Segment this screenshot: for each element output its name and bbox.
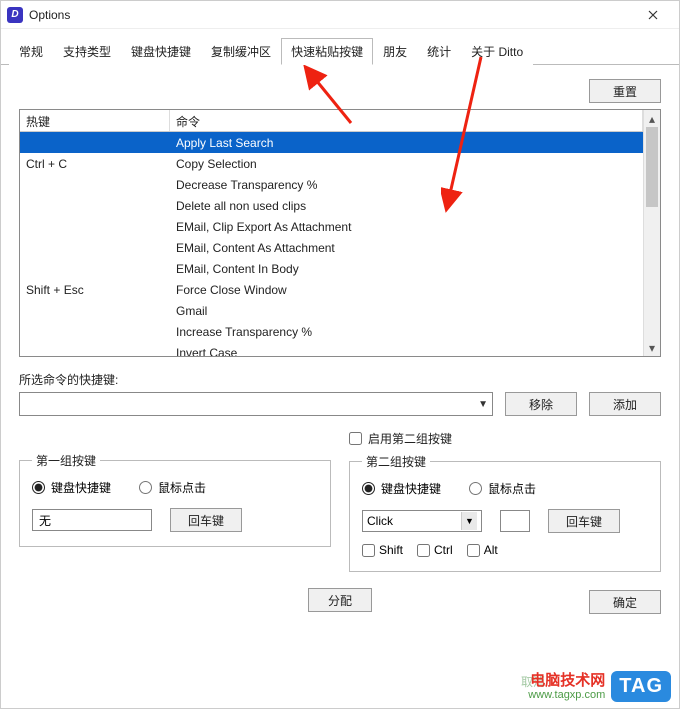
cell-command: EMail, Content In Body bbox=[170, 261, 643, 277]
selected-command-hotkey-label: 所选命令的快捷键: bbox=[19, 371, 661, 388]
cell-hotkey bbox=[20, 226, 170, 228]
group1-radio-keyboard[interactable]: 键盘快捷键 bbox=[32, 479, 111, 496]
table-row[interactable]: Increase Transparency % bbox=[20, 321, 643, 342]
app-icon: D bbox=[7, 7, 23, 23]
header-command[interactable]: 命令 bbox=[170, 110, 643, 131]
group1-enter-button[interactable]: 回车键 bbox=[170, 508, 242, 532]
group2-mini-input[interactable] bbox=[500, 510, 530, 532]
group2-alt-checkbox[interactable]: Alt bbox=[467, 543, 498, 557]
table-scrollbar[interactable]: ▴ ▾ bbox=[643, 110, 660, 356]
cell-command: EMail, Content As Attachment bbox=[170, 240, 643, 256]
cell-hotkey: Ctrl + C bbox=[20, 156, 170, 172]
table-row[interactable]: Invert Case bbox=[20, 342, 643, 356]
scroll-thumb[interactable] bbox=[646, 127, 658, 207]
table-header: 热键 命令 bbox=[20, 110, 643, 132]
tab-stats[interactable]: 统计 bbox=[417, 38, 461, 65]
remove-button[interactable]: 移除 bbox=[505, 392, 577, 416]
tabs-bar: 常规 支持类型 键盘快捷键 复制缓冲区 快速粘贴按键 朋友 统计 关于 Ditt… bbox=[1, 37, 679, 65]
cell-command: Copy Selection bbox=[170, 156, 643, 172]
group2-ctrl-checkbox[interactable]: Ctrl bbox=[417, 543, 453, 557]
group2-enter-button[interactable]: 回车键 bbox=[548, 509, 620, 533]
scroll-up-icon[interactable]: ▴ bbox=[644, 110, 660, 127]
cell-command: Gmail bbox=[170, 303, 643, 319]
group2-shift-checkbox[interactable]: Shift bbox=[362, 543, 403, 557]
tab-about[interactable]: 关于 Ditto bbox=[461, 38, 533, 65]
cell-hotkey bbox=[20, 352, 170, 354]
table-row[interactable]: Delete all non used clips bbox=[20, 195, 643, 216]
group1-legend: 第一组按键 bbox=[32, 452, 100, 469]
cell-command: Apply Last Search bbox=[170, 135, 643, 151]
watermark: 电脑技术网 www.tagxp.com TAG bbox=[528, 671, 671, 702]
close-button[interactable] bbox=[633, 1, 673, 29]
enable-group2-checkbox[interactable]: 启用第二组按键 bbox=[349, 430, 661, 447]
group2-fieldset: 第二组按键 键盘快捷键 鼠标点击 Click ▼ 回车键 Shift Ctrl bbox=[349, 453, 661, 572]
tab-keyboard-shortcuts[interactable]: 键盘快捷键 bbox=[121, 38, 201, 65]
cell-hotkey bbox=[20, 310, 170, 312]
table-row[interactable]: EMail, Content In Body bbox=[20, 258, 643, 279]
reset-button[interactable]: 重置 bbox=[589, 79, 661, 103]
cancel-button-faded: 取消 bbox=[521, 673, 545, 690]
chevron-down-icon: ▼ bbox=[478, 399, 488, 410]
cell-command: Invert Case bbox=[170, 345, 643, 357]
tab-quick-paste-keys[interactable]: 快速粘贴按键 bbox=[281, 38, 373, 65]
cell-command: EMail, Clip Export As Attachment bbox=[170, 219, 643, 235]
group2-radio-keyboard[interactable]: 键盘快捷键 bbox=[362, 480, 441, 497]
table-row[interactable]: Decrease Transparency % bbox=[20, 174, 643, 195]
watermark-line2: www.tagxp.com bbox=[528, 688, 605, 702]
group2-select[interactable]: Click ▼ bbox=[362, 510, 482, 532]
add-button[interactable]: 添加 bbox=[589, 392, 661, 416]
group1-fieldset: 第一组按键 键盘快捷键 鼠标点击 回车键 bbox=[19, 452, 331, 547]
cell-hotkey bbox=[20, 331, 170, 333]
close-icon bbox=[648, 10, 658, 20]
chevron-down-icon: ▼ bbox=[461, 512, 477, 530]
watermark-line1: 电脑技术网 bbox=[528, 674, 605, 688]
table-row[interactable]: Gmail bbox=[20, 300, 643, 321]
cell-hotkey bbox=[20, 205, 170, 207]
group1-radio-mouse[interactable]: 鼠标点击 bbox=[139, 479, 206, 496]
cell-command: Decrease Transparency % bbox=[170, 177, 643, 193]
cell-command: Force Close Window bbox=[170, 282, 643, 298]
group1-input[interactable] bbox=[32, 509, 152, 531]
ok-button[interactable]: 确定 bbox=[589, 590, 661, 614]
cell-command: Delete all non used clips bbox=[170, 198, 643, 214]
cell-hotkey bbox=[20, 142, 170, 144]
assign-button[interactable]: 分配 bbox=[308, 588, 372, 612]
cell-hotkey bbox=[20, 184, 170, 186]
table-row[interactable]: Shift + EscForce Close Window bbox=[20, 279, 643, 300]
group2-radio-mouse[interactable]: 鼠标点击 bbox=[469, 480, 536, 497]
tab-copy-buffer[interactable]: 复制缓冲区 bbox=[201, 38, 281, 65]
cell-command: Increase Transparency % bbox=[170, 324, 643, 340]
hotkey-combo[interactable]: ▼ bbox=[19, 392, 493, 416]
table-row[interactable]: EMail, Content As Attachment bbox=[20, 237, 643, 258]
tab-general[interactable]: 常规 bbox=[9, 38, 53, 65]
cell-hotkey bbox=[20, 268, 170, 270]
cell-hotkey bbox=[20, 247, 170, 249]
title-bar: D Options bbox=[1, 1, 679, 29]
tab-friends[interactable]: 朋友 bbox=[373, 38, 417, 65]
table-row[interactable]: Apply Last Search bbox=[20, 132, 643, 153]
scroll-down-icon[interactable]: ▾ bbox=[644, 339, 660, 356]
header-hotkey[interactable]: 热键 bbox=[20, 110, 170, 131]
commands-table: 热键 命令 Apply Last SearchCtrl + CCopy Sele… bbox=[19, 109, 661, 357]
watermark-tag: TAG bbox=[611, 671, 671, 702]
table-row[interactable]: EMail, Clip Export As Attachment bbox=[20, 216, 643, 237]
window-title: Options bbox=[29, 8, 633, 22]
cell-hotkey: Shift + Esc bbox=[20, 282, 170, 298]
table-row[interactable]: Ctrl + CCopy Selection bbox=[20, 153, 643, 174]
group2-legend: 第二组按键 bbox=[362, 453, 430, 470]
tab-support-types[interactable]: 支持类型 bbox=[53, 38, 121, 65]
